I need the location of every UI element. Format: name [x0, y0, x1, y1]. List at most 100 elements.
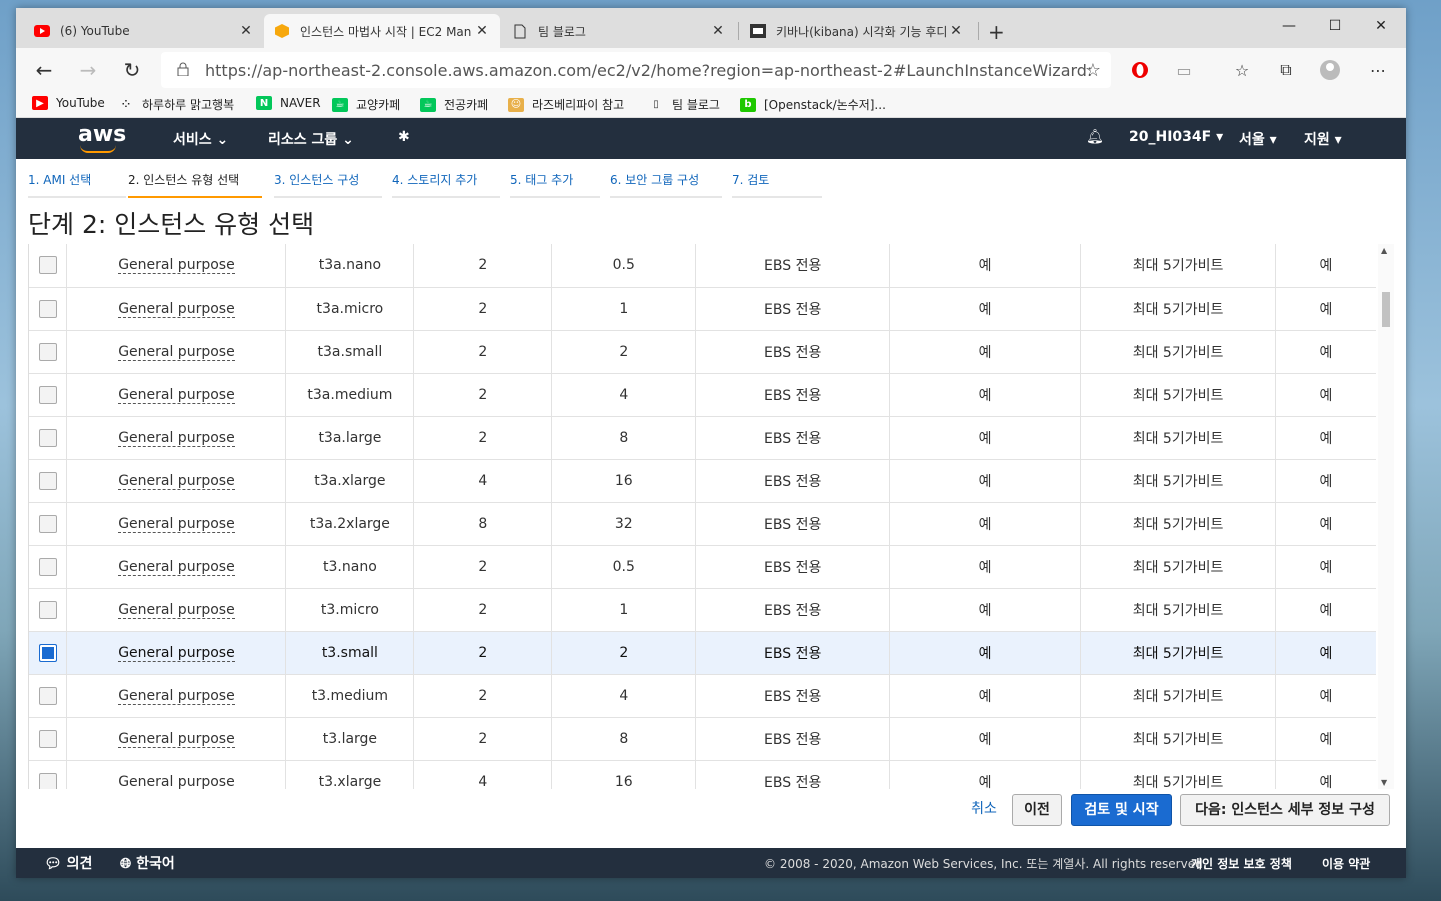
- cell-family[interactable]: General purpose: [66, 330, 287, 374]
- cell-family[interactable]: General purpose: [66, 674, 287, 718]
- refresh-icon[interactable]: ↻: [118, 56, 146, 84]
- row-checkbox[interactable]: [38, 428, 57, 447]
- family-link[interactable]: General purpose: [118, 515, 235, 533]
- bookmark-team-blog[interactable]: ▯ 팀 블로그: [648, 96, 720, 113]
- favorites-icon[interactable]: ☆: [1230, 58, 1254, 82]
- pin-icon[interactable]: ✱: [398, 129, 410, 145]
- family-link[interactable]: General purpose: [118, 343, 235, 361]
- step-add-storage[interactable]: 4. 스토리지 추가: [392, 171, 500, 198]
- scroll-up-icon[interactable]: ▲: [1381, 246, 1387, 255]
- family-link[interactable]: General purpose: [118, 644, 235, 662]
- table-row[interactable]: General purpose t3a.xlarge 4 16 EBS 전용 예 최대 5기…: [29, 459, 1376, 503]
- profile-avatar-icon[interactable]: [1318, 58, 1342, 82]
- cell-family[interactable]: General purpose: [66, 459, 287, 503]
- reader-icon[interactable]: ▭: [1172, 58, 1196, 82]
- cell-family[interactable]: General purpose: [66, 287, 287, 331]
- close-icon[interactable]: ✕: [474, 23, 490, 39]
- services-menu[interactable]: 서비스 ⌄: [173, 129, 228, 149]
- support-menu[interactable]: 지원 ▾: [1304, 129, 1342, 149]
- row-checkbox[interactable]: [38, 557, 57, 576]
- feedback-link[interactable]: 💬︎ 의견: [44, 853, 92, 873]
- bookmark-naver[interactable]: N NAVER: [256, 96, 321, 110]
- row-checkbox[interactable]: [38, 686, 57, 705]
- family-link[interactable]: General purpose: [118, 257, 235, 275]
- row-checkbox[interactable]: [38, 643, 57, 662]
- scroll-thumb[interactable]: [1382, 292, 1390, 327]
- row-checkbox[interactable]: [38, 729, 57, 748]
- close-icon[interactable]: ✕: [238, 23, 254, 39]
- step-review[interactable]: 7. 검토: [732, 171, 822, 198]
- cancel-button[interactable]: 취소: [960, 794, 1008, 826]
- row-checkbox[interactable]: [38, 385, 57, 404]
- table-row[interactable]: General purpose t3.large 2 8 EBS 전용 예 최대 5기가비트…: [29, 717, 1376, 761]
- family-link[interactable]: General purpose: [118, 558, 235, 576]
- step-instance-type[interactable]: 2. 인스턴스 유형 선택: [128, 171, 262, 198]
- resource-groups-menu[interactable]: 리소스 그룹 ⌄: [268, 129, 354, 149]
- url-field[interactable]: https://ap-northeast-2.console.aws.amazo…: [161, 52, 1111, 88]
- table-row[interactable]: General purpose t3a.2xlarge 8 32 EBS 전용 예 최대 5…: [29, 502, 1376, 546]
- bookmark-openstack[interactable]: b [Openstack/논수저]...: [740, 96, 886, 113]
- bookmark-haru[interactable]: ⁘ 하루하루 맑고행복: [118, 96, 234, 113]
- bookmark-raspberry[interactable]: ☺ 라즈베리파이 참고: [508, 96, 624, 113]
- tab-team-blog[interactable]: 팀 블로그 ✕: [502, 14, 736, 48]
- row-checkbox[interactable]: [38, 471, 57, 490]
- bookmark-cafe1[interactable]: ☕ 교양카페: [332, 96, 400, 113]
- step-security-group[interactable]: 6. 보안 그룹 구성: [610, 171, 722, 198]
- cell-family[interactable]: General purpose: [66, 502, 287, 546]
- table-row[interactable]: General purpose t3a.micro 2 1 EBS 전용 예 최대 5기가비…: [29, 287, 1376, 331]
- close-window-button[interactable]: ✕: [1358, 12, 1404, 40]
- opera-icon[interactable]: [1128, 58, 1152, 82]
- bookmark-youtube[interactable]: ▶ YouTube: [32, 96, 105, 110]
- collections-icon[interactable]: ⧉: [1274, 58, 1298, 82]
- row-checkbox[interactable]: [38, 772, 57, 789]
- minimize-button[interactable]: —: [1266, 12, 1312, 40]
- close-icon[interactable]: ✕: [710, 23, 726, 39]
- row-checkbox[interactable]: [38, 299, 57, 318]
- row-checkbox[interactable]: [38, 514, 57, 533]
- table-row[interactable]: General purpose t3a.nano 2 0.5 EBS 전용 예 최대 5기가…: [29, 244, 1376, 288]
- close-icon[interactable]: ✕: [948, 23, 964, 39]
- family-link[interactable]: General purpose: [118, 472, 235, 490]
- cell-family[interactable]: General purpose: [66, 631, 287, 675]
- bookmark-cafe2[interactable]: ☕ 전공카페: [420, 96, 488, 113]
- cell-family[interactable]: General purpose: [66, 588, 287, 632]
- more-menu-icon[interactable]: ⋯: [1366, 58, 1390, 82]
- forward-icon[interactable]: →: [74, 56, 102, 84]
- tab-kibana[interactable]: 키바나(kibana) 시각화 기능 후디 ✕: [740, 14, 974, 48]
- tab-youtube[interactable]: (6) YouTube ✕: [24, 14, 264, 48]
- family-link[interactable]: General purpose: [118, 730, 235, 748]
- review-and-launch-button[interactable]: 검토 및 시작: [1071, 794, 1172, 826]
- table-scrollbar[interactable]: ▲ ▼: [1378, 244, 1394, 789]
- family-link[interactable]: General purpose: [118, 601, 235, 619]
- family-link[interactable]: General purpose: [118, 386, 235, 404]
- cell-family[interactable]: General purpose: [66, 545, 287, 589]
- cell-family[interactable]: General purpose: [66, 416, 287, 460]
- previous-button[interactable]: 이전: [1012, 794, 1062, 826]
- table-row[interactable]: General purpose t3.micro 2 1 EBS 전용 예 최대 5기가비트…: [29, 588, 1376, 632]
- table-row[interactable]: General purpose t3a.small 2 2 EBS 전용 예 최대 5기가비…: [29, 330, 1376, 374]
- table-row[interactable]: General purpose t3a.medium 2 4 EBS 전용 예 최대 5기가…: [29, 373, 1376, 417]
- table-row[interactable]: General purpose t3.medium 2 4 EBS 전용 예 최대 5기가비…: [29, 674, 1376, 718]
- cell-family[interactable]: General purpose: [66, 760, 287, 789]
- language-selector[interactable]: 🌐︎ 한국어: [120, 853, 175, 873]
- row-checkbox[interactable]: [38, 256, 57, 275]
- new-tab-button[interactable]: +: [988, 20, 1005, 44]
- family-link[interactable]: General purpose: [118, 429, 235, 447]
- cell-family[interactable]: General purpose: [66, 717, 287, 761]
- maximize-button[interactable]: ☐: [1312, 12, 1358, 40]
- table-row[interactable]: General purpose t3a.large 2 8 EBS 전용 예 최대 5기가비…: [29, 416, 1376, 460]
- table-row[interactable]: General purpose t3.xlarge 4 16 EBS 전용 예 최대 5기가…: [29, 760, 1376, 789]
- tab-ec2-wizard[interactable]: 인스턴스 마법사 시작 | EC2 Man ✕: [264, 14, 500, 48]
- next-configure-details-button[interactable]: 다음: 인스턴스 세부 정보 구성: [1180, 794, 1390, 826]
- back-icon[interactable]: ←: [30, 56, 58, 84]
- bell-icon[interactable]: 🔔︎: [1086, 129, 1104, 145]
- family-link[interactable]: General purpose: [118, 300, 235, 318]
- step-add-tags[interactable]: 5. 태그 추가: [510, 171, 600, 198]
- table-row[interactable]: General purpose t3.nano 2 0.5 EBS 전용 예 최대 5기가비…: [29, 545, 1376, 589]
- step-ami[interactable]: 1. AMI 선택: [28, 171, 126, 198]
- family-link[interactable]: General purpose: [118, 687, 235, 705]
- row-checkbox[interactable]: [38, 342, 57, 361]
- privacy-link[interactable]: 개인 정보 보호 정책: [1191, 855, 1292, 872]
- favorite-star-icon[interactable]: ☆: [1085, 60, 1101, 81]
- account-menu[interactable]: 20_HI034F ▾: [1129, 129, 1223, 145]
